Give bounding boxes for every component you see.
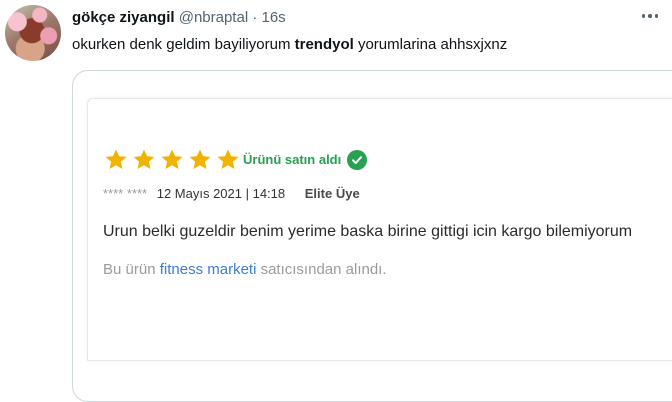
- tweet-text: okurken denk geldim bayiliyorum trendyol…: [72, 35, 507, 55]
- tweet-text-before: okurken denk geldim bayiliyorum: [72, 36, 295, 53]
- review-meta: **** **** 12 Mayıs 2021 | 14:18 Elite Üy…: [103, 185, 360, 203]
- seller-suffix: satıcısından alındı.: [256, 261, 387, 278]
- more-horizontal-icon: [641, 14, 646, 18]
- seller-info: Bu ürün fitness marketi satıcısından alı…: [103, 259, 387, 281]
- purchased-badge: Ürünü satın aldı: [243, 150, 368, 170]
- header-separator: ·: [252, 9, 258, 26]
- tweet-timestamp[interactable]: 16s: [262, 9, 286, 26]
- seller-prefix: Bu ürün: [103, 261, 160, 278]
- card-divider: [87, 360, 672, 361]
- tweet-text-bold: trendyol: [294, 36, 354, 53]
- star-icon: [189, 149, 211, 169]
- review-date: 12 Mayıs 2021 | 14:18: [156, 186, 286, 201]
- star-icon: [161, 149, 183, 169]
- star-icon: [105, 149, 127, 169]
- member-badge: Elite Üye: [304, 186, 360, 201]
- tweet-header: gökçe ziyangil @nbraptal · 16s: [72, 8, 286, 28]
- checkmark-circle-icon: [347, 150, 368, 170]
- author-name[interactable]: gökçe ziyangil: [72, 9, 175, 26]
- review-comment: Urun belki guzeldir benim yerime baska b…: [103, 223, 633, 240]
- star-icon: [133, 149, 155, 169]
- star-icon: [217, 149, 239, 169]
- reviewer-name: **** ****: [103, 186, 148, 201]
- author-handle[interactable]: @nbraptal: [179, 9, 248, 26]
- tweet-text-after: yorumlarina ahhsxjxnz: [353, 36, 508, 53]
- avatar[interactable]: [5, 5, 61, 61]
- more-options-button[interactable]: [640, 8, 660, 24]
- star-rating: [104, 148, 240, 172]
- purchased-label: Ürünü satın aldı: [243, 152, 342, 167]
- seller-link[interactable]: fitness marketi: [160, 261, 257, 278]
- more-dot: [654, 14, 659, 18]
- more-dot: [648, 14, 652, 18]
